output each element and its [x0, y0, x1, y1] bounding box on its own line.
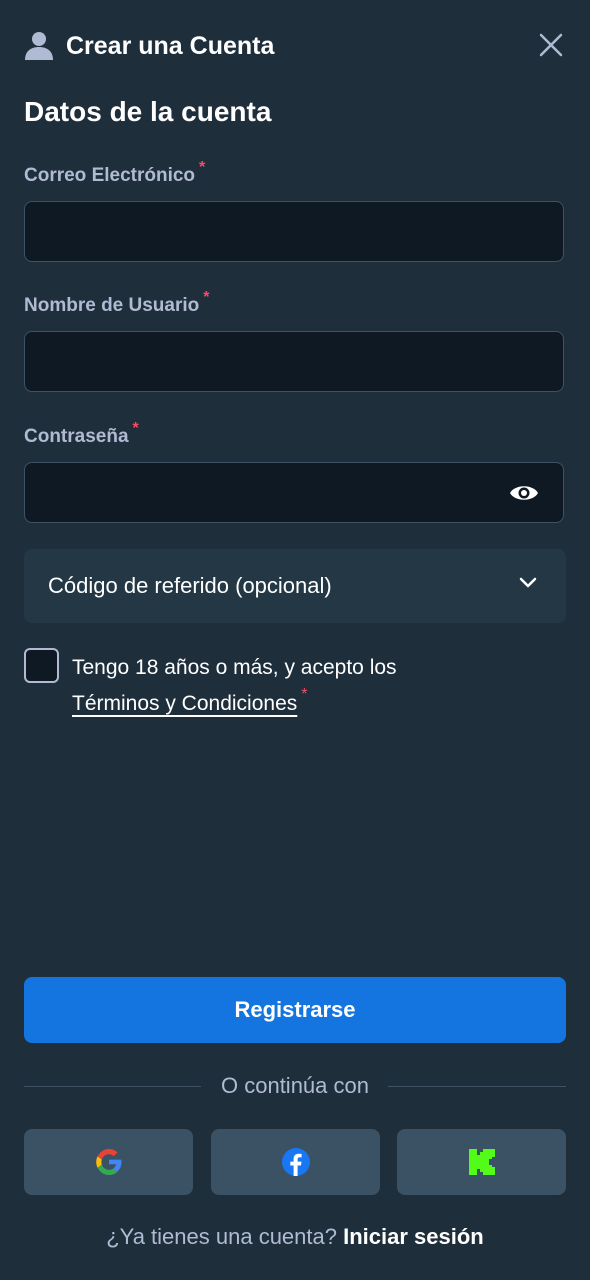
facebook-login-button[interactable] — [211, 1129, 380, 1195]
email-label: Correo Electrónico * — [24, 159, 206, 186]
google-login-button[interactable] — [24, 1129, 193, 1195]
required-mark: * — [203, 289, 210, 306]
eye-icon[interactable] — [509, 482, 539, 504]
modal-header: Crear una Cuenta — [24, 28, 566, 64]
login-link[interactable]: Iniciar sesión — [343, 1224, 484, 1249]
username-field[interactable] — [24, 331, 564, 392]
email-field[interactable] — [24, 201, 564, 262]
terms-checkbox[interactable] — [24, 648, 59, 683]
required-mark: * — [132, 420, 139, 437]
referral-label: Código de referido (opcional) — [48, 573, 332, 598]
username-label: Nombre de Usuario * — [24, 289, 210, 316]
password-field[interactable] — [24, 462, 564, 523]
register-button[interactable]: Registrarse — [24, 977, 566, 1043]
login-question: ¿Ya tienes una cuenta? — [106, 1224, 337, 1249]
section-title: Datos de la cuenta — [24, 96, 272, 127]
divider-line — [388, 1086, 566, 1087]
terms-text: Tengo 18 años o más, y acepto los — [72, 656, 397, 679]
password-label: Contraseña * — [24, 420, 139, 447]
required-mark: * — [199, 159, 206, 176]
close-icon[interactable] — [538, 32, 564, 58]
login-prompt: ¿Ya tienes una cuenta? Iniciar sesión — [0, 1224, 590, 1250]
referral-code-dropdown[interactable]: Código de referido (opcional) — [24, 549, 566, 623]
terms-line: Términos y Condiciones * — [72, 686, 308, 716]
user-icon — [25, 32, 53, 60]
kick-login-button[interactable] — [397, 1129, 566, 1195]
modal-title: Crear una Cuenta — [66, 32, 275, 60]
google-icon — [95, 1149, 121, 1175]
kick-icon — [468, 1149, 495, 1175]
terms-link[interactable]: Términos y Condiciones — [72, 692, 297, 715]
facebook-icon — [281, 1148, 310, 1176]
required-mark: * — [301, 686, 308, 703]
chevron-down-icon — [519, 577, 537, 588]
